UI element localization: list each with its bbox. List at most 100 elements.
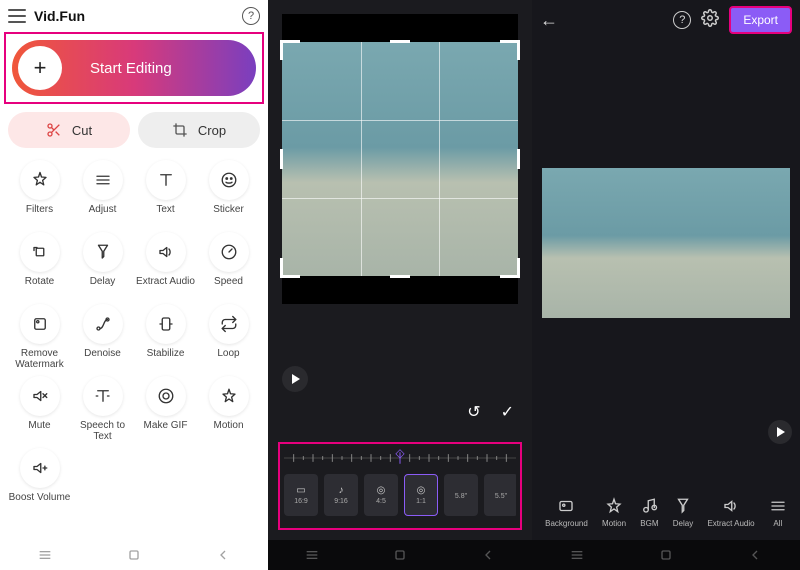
tool-boost-volume[interactable]: Boost Volume — [8, 448, 71, 514]
timeline-ruler[interactable]: ◇ — [284, 450, 516, 466]
motion-icon — [209, 376, 249, 416]
app-title: Vid.Fun — [34, 8, 234, 24]
tool-text[interactable]: Text — [134, 160, 197, 226]
aspect-58[interactable]: 5.8" — [444, 474, 478, 516]
reset-icon[interactable]: ↺ — [467, 402, 480, 422]
tool-denoise[interactable]: Denoise — [71, 304, 134, 370]
tool-label: Text — [156, 204, 174, 226]
extract-audio-icon — [722, 497, 740, 515]
tool-label: Filters — [26, 204, 53, 226]
video-preview — [542, 168, 790, 318]
nav-recent-icon[interactable] — [569, 547, 585, 563]
tool-label: Remove Watermark — [8, 348, 71, 370]
mute-icon — [20, 376, 60, 416]
play-button[interactable] — [768, 420, 792, 444]
tool-label: Boost Volume — [9, 492, 71, 514]
tool-make-gif[interactable]: Make GIF — [134, 376, 197, 442]
speech-to-text-icon — [83, 376, 123, 416]
tool-label: Loop — [217, 348, 239, 370]
play-icon — [292, 374, 300, 384]
tool-adjust[interactable]: Adjust — [71, 160, 134, 226]
video-frame — [282, 42, 518, 276]
aspect-label: 1:1 — [416, 498, 426, 505]
aspect-45[interactable]: ◎4:5 — [364, 474, 398, 516]
tab-crop[interactable]: Crop — [138, 112, 260, 148]
playhead-icon[interactable]: ◇ — [395, 446, 404, 460]
text-icon — [146, 160, 186, 200]
back-icon[interactable]: ← — [540, 10, 558, 31]
denoise-icon — [83, 304, 123, 344]
tool-mute[interactable]: Mute — [8, 376, 71, 442]
tool-label: Motion — [213, 420, 243, 442]
nav-home-icon[interactable] — [658, 547, 674, 563]
aspect-label: 16:9 — [294, 498, 308, 505]
tool-label: Mute — [28, 420, 50, 442]
tool-motion[interactable]: Motion — [197, 376, 260, 442]
tool-rotate[interactable]: Rotate — [8, 232, 71, 298]
stabilize-icon — [146, 304, 186, 344]
delay-icon — [674, 497, 692, 515]
tool-label: Adjust — [89, 204, 117, 226]
tool-extract-audio[interactable]: Extract Audio — [134, 232, 197, 298]
tool-delay[interactable]: Delay — [71, 232, 134, 298]
crop-icon — [172, 122, 188, 138]
aspect-icon: ♪ — [339, 485, 344, 496]
tool-remove-watermark[interactable]: Remove Watermark — [8, 304, 71, 370]
tool-speed[interactable]: Speed — [197, 232, 260, 298]
loop-icon — [209, 304, 249, 344]
sticker-icon — [209, 160, 249, 200]
btool-motion[interactable]: Motion — [602, 497, 626, 528]
btool-label: Extract Audio — [707, 519, 754, 528]
all-icon — [769, 497, 787, 515]
tool-label: Extract Audio — [136, 276, 195, 298]
tool-label: Rotate — [25, 276, 54, 298]
export-button[interactable]: Export — [729, 6, 792, 34]
nav-back-icon[interactable] — [480, 547, 496, 563]
nav-recent-icon[interactable] — [37, 547, 53, 563]
tool-sticker[interactable]: Sticker — [197, 160, 260, 226]
btool-label: All — [773, 519, 782, 528]
btool-all[interactable]: All — [769, 497, 787, 528]
settings-icon[interactable] — [701, 9, 719, 32]
aspect-11[interactable]: ◎ 1:1 — [404, 474, 438, 516]
tool-speech-to-text[interactable]: Speech to Text — [71, 376, 134, 442]
aspect-916[interactable]: ♪ 9:16 — [324, 474, 358, 516]
nav-home-icon[interactable] — [392, 547, 408, 563]
tool-label: Sticker — [213, 204, 244, 226]
btool-bgm[interactable]: BGM — [640, 497, 658, 528]
nav-back-icon[interactable] — [215, 547, 231, 563]
crop-preview[interactable] — [282, 14, 518, 304]
tool-loop[interactable]: Loop — [197, 304, 260, 370]
aspect-label: 9:16 — [334, 498, 348, 505]
panel-middle: ↺ ✓ ◇ ▭16:9♪9:16◎4:5◎1:15.8"5.5"3:4 — [268, 0, 532, 540]
aspect-55[interactable]: 5.5" — [484, 474, 516, 516]
menu-icon[interactable] — [8, 9, 26, 23]
aspect-icon: ◎ — [417, 485, 426, 496]
aspect-label: 5.8" — [455, 493, 467, 500]
tool-label: Delay — [90, 276, 116, 298]
help-icon[interactable]: ? — [242, 7, 260, 25]
btool-delay[interactable]: Delay — [673, 497, 693, 528]
confirm-icon[interactable]: ✓ — [501, 402, 514, 422]
aspect-icon: ▭ — [296, 485, 305, 496]
nav-back-icon[interactable] — [747, 547, 763, 563]
aspect-169[interactable]: ▭ 16:9 — [284, 474, 318, 516]
start-highlight: + Start Editing — [4, 32, 264, 104]
btool-label: BGM — [640, 519, 658, 528]
btool-background[interactable]: Background — [545, 497, 588, 528]
scissors-icon — [46, 122, 62, 138]
help-icon[interactable]: ? — [673, 11, 691, 29]
make-gif-icon — [146, 376, 186, 416]
btool-extract-audio[interactable]: Extract Audio — [707, 497, 754, 528]
nav-home-icon[interactable] — [126, 547, 142, 563]
tool-filters[interactable]: Filters — [8, 160, 71, 226]
nav-recent-icon[interactable] — [304, 547, 320, 563]
play-button[interactable] — [282, 366, 308, 392]
tool-stabilize[interactable]: Stabilize — [134, 304, 197, 370]
plus-icon: + — [18, 46, 62, 90]
start-editing-button[interactable]: + Start Editing — [12, 40, 256, 96]
rotate-icon — [20, 232, 60, 272]
adjust-icon — [83, 160, 123, 200]
tab-cut[interactable]: Cut — [8, 112, 130, 148]
panel-right: ← ? Export Background Motion BGM Delay Extra… — [532, 0, 800, 540]
